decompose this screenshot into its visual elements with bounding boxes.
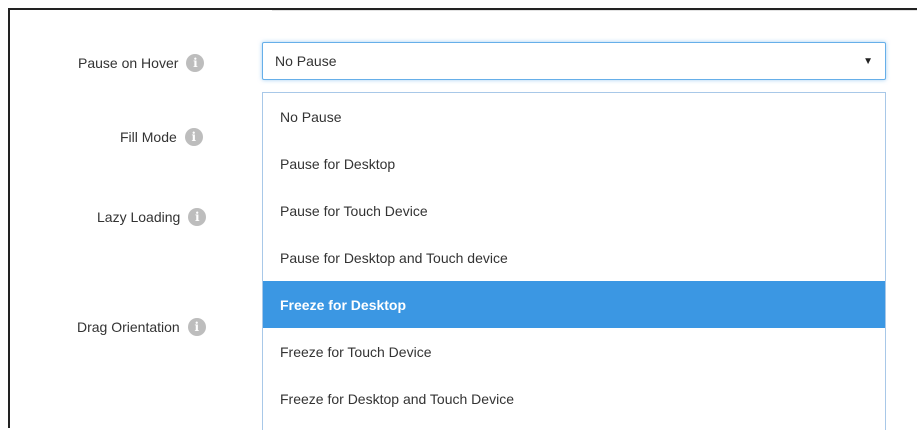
dropdown-option-highlighted[interactable]: Freeze for Desktop	[263, 281, 885, 328]
caret-down-icon: ▼	[863, 55, 873, 67]
pause-on-hover-dropdown: No Pause Pause for Desktop Pause for Tou…	[262, 92, 886, 430]
dropdown-option[interactable]: Pause for Desktop	[263, 140, 885, 187]
info-icon[interactable]: i	[187, 318, 206, 336]
drag-orientation-label-row: Drag Orientation i	[77, 318, 206, 336]
drag-orientation-label: Drag Orientation	[77, 319, 180, 335]
dropdown-option[interactable]: Freeze for Touch Device	[263, 328, 885, 375]
pause-on-hover-label-row: Pause on Hover i	[78, 54, 205, 72]
info-icon[interactable]: i	[188, 208, 207, 226]
dropdown-option[interactable]: No Pause	[263, 93, 885, 140]
pause-on-hover-label: Pause on Hover	[78, 55, 179, 71]
info-icon[interactable]: i	[186, 54, 205, 72]
dropdown-option[interactable]: Pause for Desktop and Touch device	[263, 234, 885, 281]
divider	[272, 10, 917, 11]
fill-mode-label-row: Fill Mode i	[120, 128, 203, 146]
settings-panel: Pause on Hover i Fill Mode i Lazy Loadin…	[8, 8, 917, 430]
lazy-loading-label-row: Lazy Loading i	[97, 208, 207, 226]
select-value: No Pause	[275, 53, 337, 69]
pause-on-hover-select[interactable]: No Pause ▼	[262, 42, 886, 80]
dropdown-option[interactable]: Freeze for Desktop and Touch Device	[263, 375, 885, 422]
dropdown-option[interactable]: Pause for Touch Device	[263, 187, 885, 234]
fill-mode-label: Fill Mode	[120, 129, 177, 145]
lazy-loading-label: Lazy Loading	[97, 209, 181, 225]
info-icon[interactable]: i	[184, 128, 203, 146]
